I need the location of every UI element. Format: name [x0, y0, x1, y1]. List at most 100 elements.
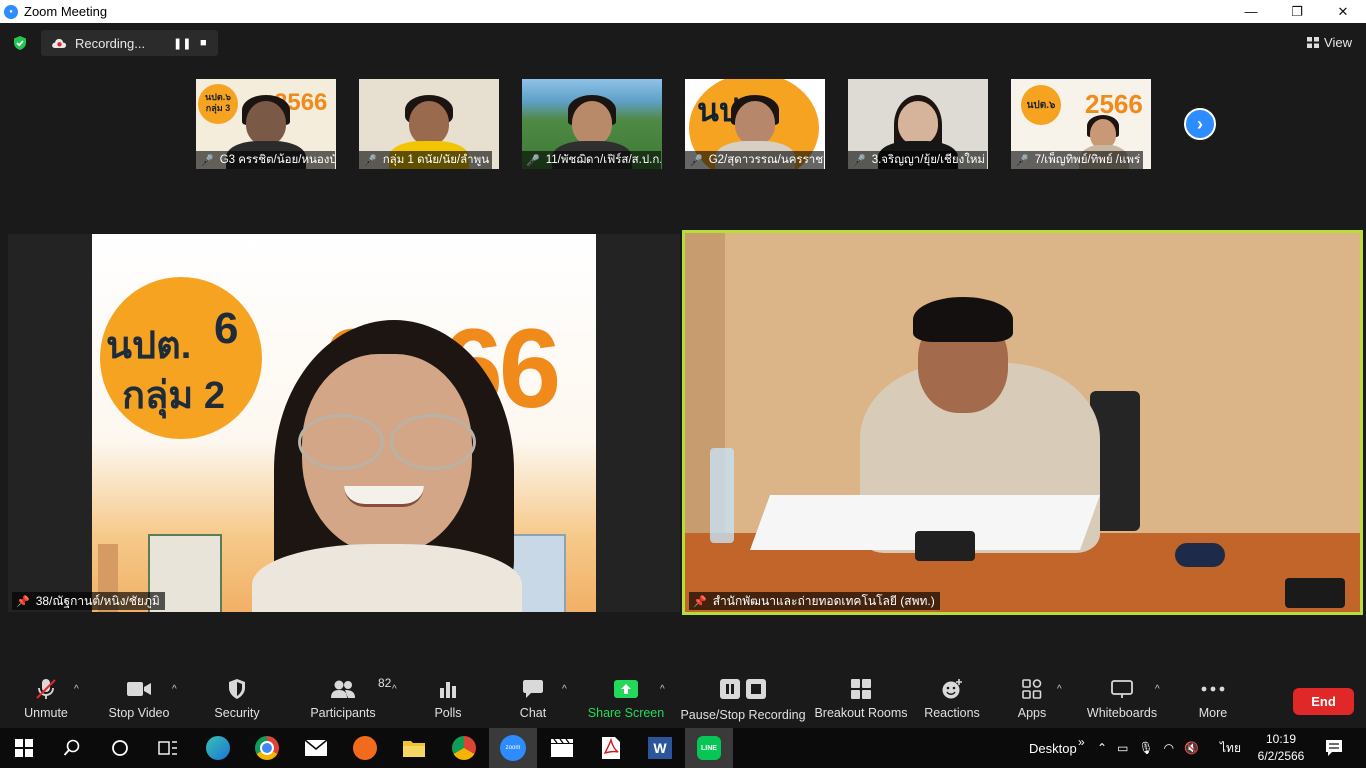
edge-browser-taskbar-button[interactable] — [194, 728, 242, 768]
breakout-rooms-button[interactable]: Breakout Rooms — [814, 672, 908, 728]
zoom-app-icon: ● — [4, 4, 18, 19]
window-titlebar: ● Zoom Meeting — ❐ ✕ — [0, 0, 1366, 23]
participant-name-label: 🎤 7/เพ็ญทิพย์/ทิพย์ /แพร่ — [1011, 151, 1144, 169]
mail-taskbar-button[interactable] — [292, 728, 340, 768]
reactions-button[interactable]: Reactions — [924, 672, 980, 728]
pause-stop-recording-icon — [720, 679, 766, 699]
whiteboards-button[interactable]: Whiteboards — [1086, 672, 1158, 728]
polls-button[interactable]: Polls — [432, 672, 464, 728]
muted-mic-icon: 🎤 — [526, 154, 540, 167]
chrome-icon — [452, 736, 476, 760]
chrome-taskbar-button[interactable] — [243, 728, 291, 768]
view-button[interactable]: View — [1307, 35, 1352, 50]
chevron-up-icon[interactable]: ^ — [660, 684, 665, 695]
show-hidden-icons-icon[interactable]: ⌃ — [1097, 741, 1107, 755]
view-label: View — [1324, 35, 1352, 50]
video-tile-left[interactable]: นปต. 6 กลุ่ม 2 2566 📌 38/ณัฐกานต์/หนิง/ช… — [8, 234, 680, 612]
pdf-reader-taskbar-button[interactable] — [587, 728, 635, 768]
minimize-button[interactable]: — — [1228, 0, 1274, 23]
chrome-profile-taskbar-button[interactable] — [440, 728, 488, 768]
cortana-button[interactable] — [96, 728, 144, 768]
participant-name-label: 📌 38/ณัฐกานต์/หนิง/ชัยภูมิ — [12, 592, 165, 610]
participant-tile[interactable]: 🎤 3.จริญญา/ยุ้ย/เชียงใหม่ — [848, 79, 988, 169]
muted-mic-icon: 🎤 — [689, 154, 703, 167]
muted-mic-icon: 🎤 — [1015, 154, 1029, 167]
clock[interactable]: 10:19 6/2/2566 — [1252, 731, 1310, 765]
edge-icon — [206, 736, 230, 760]
action-center-button[interactable] — [1314, 728, 1354, 768]
participant-name: กลุ่ม 1 ดนัย/นัย/ลำพูน — [382, 154, 490, 166]
participant-tile[interactable]: นปต.๖ กลุ่ม 3 2566 🎤 G3 ครรชิต/น้อย/หนอง… — [196, 79, 336, 169]
zoom-taskbar-button[interactable]: zoom — [489, 728, 537, 768]
participants-icon — [331, 680, 355, 698]
search-button[interactable] — [48, 728, 96, 768]
chevron-up-icon[interactable]: ^ — [562, 684, 567, 695]
chevron-up-icon[interactable]: ^ — [392, 684, 397, 695]
person-body — [252, 544, 522, 612]
next-page-button[interactable]: › — [1184, 108, 1216, 140]
apps-button[interactable]: Apps — [1016, 672, 1048, 728]
chevron-up-icon[interactable]: ^ — [172, 684, 177, 695]
participants-button[interactable]: 82 Participants — [310, 672, 391, 728]
close-button[interactable]: ✕ — [1320, 0, 1366, 23]
more-dots-icon — [1201, 686, 1225, 692]
polls-label: Polls — [434, 706, 462, 720]
more-button[interactable]: More — [1198, 672, 1228, 728]
meeting-topbar: Recording... ❚❚ ■ View — [0, 23, 1366, 63]
shield-icon — [229, 679, 245, 699]
participant-name-label: 📌 สำนักพัฒนาและถ่ายทอดเทคโนโลยี (สพท.) — [689, 592, 940, 610]
search-icon — [63, 739, 80, 756]
participant-tile[interactable]: นปต 🎤 G2/สุดาวรรณ/นครราชสี... — [685, 79, 825, 169]
language-indicator[interactable]: ไทย — [1220, 728, 1241, 768]
wifi-icon[interactable]: ◠ — [1164, 741, 1174, 755]
chevron-up-icon[interactable]: ^ — [1155, 684, 1160, 695]
participant-name: 3.จริญญา/ยุ้ย/เชียงใหม่ — [871, 154, 985, 166]
word-taskbar-button[interactable]: W — [636, 728, 684, 768]
video-editor-taskbar-button[interactable] — [538, 728, 586, 768]
participant-name: สำนักพัฒนาและถ่ายทอดเทคโนโลยี (สพท.) — [712, 593, 935, 608]
glasses-lens — [298, 414, 384, 470]
file-explorer-taskbar-button[interactable] — [390, 728, 438, 768]
desktop-toolbar[interactable]: Desktop — [1029, 728, 1077, 768]
task-view-button[interactable] — [144, 728, 192, 768]
restore-button[interactable]: ❐ — [1274, 0, 1320, 23]
grid-view-icon — [1307, 37, 1320, 48]
video-camera-icon — [127, 682, 151, 696]
participant-name-label: 🎤 3.จริญญา/ยุ้ย/เชียงใหม่ — [848, 151, 987, 169]
word-icon: W — [648, 737, 672, 759]
app-taskbar-button[interactable] — [341, 728, 389, 768]
participant-name-label: 🎤 กลุ่ม 1 ดนัย/นัย/ลำพูน — [359, 151, 493, 169]
participant-tile[interactable]: 🎤 11/พัชฌิดา/เฟิร์ส/ส.ป.ก.... — [522, 79, 662, 169]
clock-time: 10:19 — [1265, 732, 1297, 746]
participant-name-label: 🎤 G3 ครรชิต/น้อย/หนองบั... — [196, 151, 335, 169]
windows-start-button[interactable] — [0, 728, 48, 768]
virtual-background: นปต. 6 กลุ่ม 2 2566 — [92, 234, 596, 612]
security-button[interactable]: Security — [214, 672, 260, 728]
pause-stop-recording-button[interactable]: Pause/Stop Recording — [680, 672, 806, 728]
end-meeting-button[interactable]: End — [1293, 688, 1354, 715]
security-shield-icon[interactable] — [12, 35, 28, 51]
pause-recording-icon[interactable]: ❚❚ — [173, 37, 191, 50]
stop-video-button[interactable]: Stop Video — [108, 672, 170, 728]
chat-button[interactable]: Chat — [518, 672, 548, 728]
video-tile-active-speaker[interactable]: 📌 สำนักพัฒนาและถ่ายทอดเทคโนโลยี (สพท.) — [682, 230, 1363, 615]
toolbar-expand-icon[interactable]: » — [1078, 722, 1085, 762]
muted-mic-icon: 🎤 — [200, 154, 214, 167]
windows-logo-icon — [15, 739, 33, 757]
chevron-up-icon[interactable]: ^ — [74, 684, 79, 695]
line-taskbar-button[interactable]: LINE — [685, 728, 733, 768]
badge-number: 6 — [214, 304, 239, 353]
share-screen-button[interactable]: Share Screen — [588, 672, 664, 728]
stop-recording-icon[interactable]: ■ — [200, 37, 207, 49]
notification-icon — [1326, 740, 1342, 756]
volume-muted-icon[interactable]: 🔇 — [1184, 741, 1199, 755]
chevron-up-icon[interactable]: ^ — [1057, 684, 1062, 695]
participant-tile[interactable]: 🎤 กลุ่ม 1 ดนัย/นัย/ลำพูน — [359, 79, 499, 169]
microphone-tray-icon[interactable]: 🎙 — [1138, 741, 1153, 755]
network-icon[interactable]: ▭ — [1117, 741, 1128, 755]
participant-name: G2/สุดาวรรณ/นครราชสี... — [708, 154, 824, 166]
reactions-emoji-icon — [942, 679, 962, 699]
unmute-button[interactable]: Unmute — [22, 672, 70, 728]
participant-tile[interactable]: นปต.๖ 2566 🎤 7/เพ็ญทิพย์/ทิพย์ /แพร่ — [1011, 79, 1151, 169]
gallery-strip: นปต.๖ กลุ่ม 3 2566 🎤 G3 ครรชิต/น้อย/หนอง… — [196, 79, 1174, 169]
